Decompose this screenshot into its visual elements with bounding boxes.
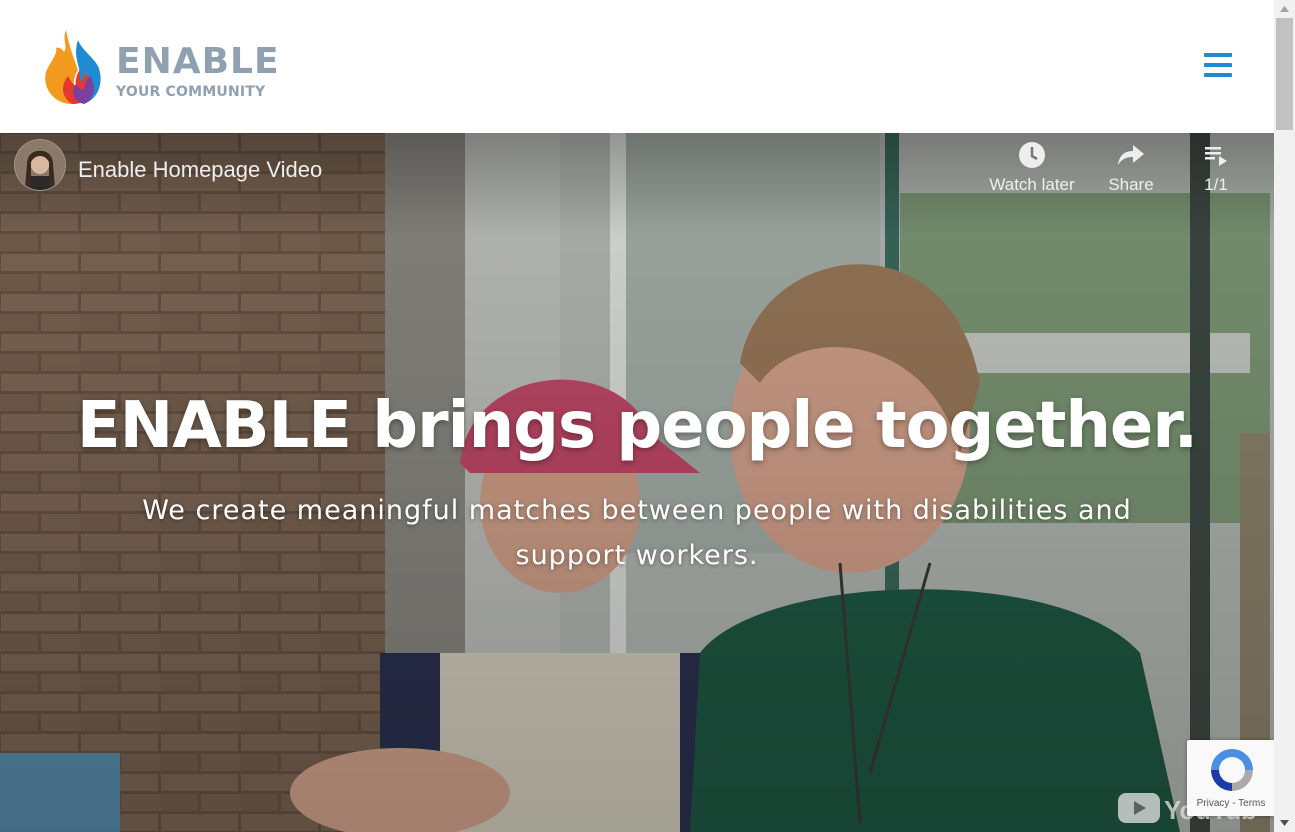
link-separator: - (1229, 798, 1239, 809)
logo-title: ENABLE (116, 41, 280, 82)
scroll-thumb[interactable] (1276, 18, 1293, 130)
terms-link[interactable]: Terms (1238, 798, 1265, 809)
site-header: ENABLE YOUR COMMUNITY (0, 0, 1274, 133)
clock-icon (1019, 142, 1045, 168)
hero-headline: ENABLE brings people together. (76, 389, 1198, 463)
video-title[interactable]: Enable Homepage Video (78, 157, 322, 183)
recaptcha-links: Privacy - Terms (1187, 798, 1275, 809)
hero-subline: We create meaningful matches between peo… (142, 495, 1132, 571)
recaptcha-icon (1211, 749, 1253, 791)
flame-logo-icon (45, 30, 101, 104)
watch-later-button[interactable]: Watch later (982, 139, 1082, 195)
playlist-count: 1/1 (1204, 175, 1228, 194)
hero-video[interactable]: Enable Homepage Video Watch later Share (0, 133, 1274, 832)
share-arrow-icon (1118, 145, 1144, 165)
privacy-link[interactable]: Privacy (1197, 798, 1230, 809)
hamburger-menu-icon[interactable] (1200, 50, 1236, 80)
logo-subtitle: YOUR COMMUNITY (116, 84, 266, 100)
scroll-down-arrow-icon[interactable] (1274, 814, 1295, 832)
hero-text: ENABLE brings people together. We create… (60, 388, 1214, 578)
page-scrollbar[interactable] (1274, 0, 1295, 832)
playlist-icon (1205, 147, 1227, 166)
playlist-button[interactable]: 1/1 (1166, 139, 1266, 195)
site-logo[interactable]: ENABLE YOUR COMMUNITY (44, 28, 279, 108)
channel-avatar[interactable] (14, 139, 66, 191)
scroll-up-arrow-icon[interactable] (1274, 0, 1295, 18)
watch-later-label: Watch later (989, 175, 1075, 194)
recaptcha-badge[interactable]: Privacy - Terms (1187, 740, 1275, 816)
